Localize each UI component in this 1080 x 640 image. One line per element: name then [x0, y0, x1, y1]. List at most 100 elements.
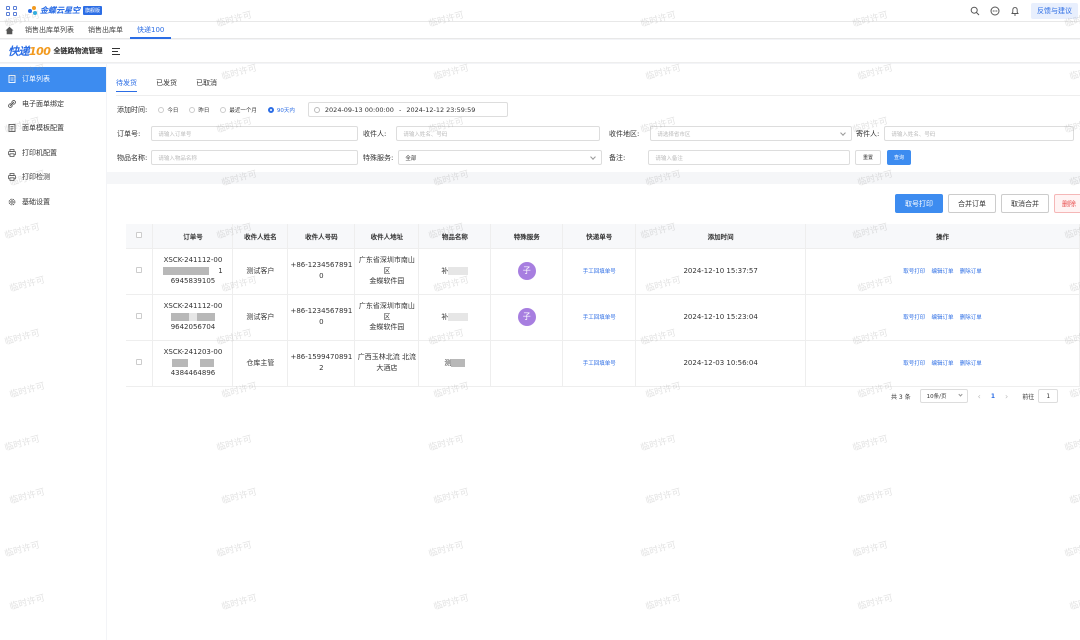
- order-no-label: 订单号:: [117, 129, 141, 138]
- edit-order-link[interactable]: 编辑订单: [932, 269, 954, 275]
- delete-order-link[interactable]: 删除订单: [960, 361, 982, 367]
- query-button[interactable]: 查询: [887, 150, 912, 165]
- goto-label: 前往: [1022, 393, 1035, 401]
- tracking-no-cell[interactable]: 手工回填单号: [562, 340, 637, 387]
- app-subtitle: 全链路物流管理: [53, 47, 103, 55]
- radio-90-days[interactable]: 90天内: [267, 106, 295, 114]
- date-range-picker[interactable]: 2024-09-13 00:00:00 - 2024-12-12 23:59:5…: [307, 102, 508, 117]
- order-no-cell[interactable]: XSCK-241203-00 4384464896: [152, 340, 234, 387]
- table-actions: 取号打印 合并订单 取消合并 删除: [895, 194, 1080, 213]
- print-link[interactable]: 取号打印: [903, 315, 925, 321]
- merge-orders-button[interactable]: 合并订单: [948, 194, 996, 213]
- reset-button[interactable]: 重置: [855, 150, 882, 165]
- sidebar-item-printer-config[interactable]: 打印机配置: [0, 141, 106, 166]
- tab-kuaidi100[interactable]: 快递100: [130, 22, 172, 39]
- header-receiver-phone[interactable]: 收件人号码: [287, 224, 356, 249]
- sidebar-item-label: 打印检测: [22, 173, 50, 182]
- redacted-mask: [163, 266, 210, 275]
- edit-order-link[interactable]: 编辑订单: [932, 315, 954, 321]
- special-service-select[interactable]: 全部: [398, 150, 603, 165]
- app-grid-icon[interactable]: [4, 3, 20, 19]
- gear-icon: [8, 198, 16, 206]
- sidebar-item-basic-settings[interactable]: 基础设置: [0, 190, 106, 215]
- table-row[interactable]: XSCK-241203-00 4384464896 仓库主管 +86-15994…: [126, 340, 1080, 387]
- actions-cell: 取号打印 编辑订单 删除订单: [805, 248, 1080, 295]
- top-bar: 金蝶云星空 旗舰版 反馈与建议: [0, 0, 1080, 22]
- table-row[interactable]: XSCK-241112-00 9642056704 测试客户 +86-12345…: [126, 294, 1080, 341]
- goods-name-cell: 补: [418, 294, 492, 341]
- radio-yesterday[interactable]: 昨日: [189, 106, 209, 114]
- goods-name-cell: 测: [418, 340, 492, 387]
- region-select[interactable]: 请选择省市区: [650, 126, 853, 141]
- menu-fold-icon[interactable]: [112, 47, 121, 55]
- sidebar: 订单列表 电子面单绑定 面单模板配置 打印机配置 打印检测 基础设置: [0, 64, 106, 640]
- order-no-input[interactable]: 请输入订单号: [151, 126, 359, 141]
- time-filter-label: 添加时间:: [117, 105, 148, 114]
- print-link[interactable]: 取号打印: [903, 361, 925, 367]
- row-checkbox[interactable]: [126, 248, 154, 295]
- remark-input[interactable]: 请输入备注: [648, 150, 851, 165]
- row-checkbox[interactable]: [126, 340, 154, 387]
- order-no-cell[interactable]: XSCK-241112-00 9642056704: [152, 294, 234, 341]
- header-special-service[interactable]: 特殊服务: [490, 224, 564, 249]
- row-checkbox[interactable]: [126, 294, 154, 341]
- header-added-time[interactable]: 添加时间: [635, 224, 807, 249]
- tab-sales-outbound[interactable]: 销售出库单: [81, 22, 130, 39]
- pagination: 共 3 条 10条/页 ‹ 1 › 前往 1: [891, 389, 1059, 403]
- manual-fill-link[interactable]: 手工回填单号: [583, 361, 616, 367]
- tab-sales-outbound-list[interactable]: 销售出库单列表: [18, 22, 81, 39]
- filter-remark: 备注: 请输入备注: [609, 150, 851, 165]
- goods-input[interactable]: 请输入物品名称: [151, 150, 359, 165]
- receiver-phone-cell: +86-1599470891 2: [287, 340, 356, 387]
- sidebar-item-label: 订单列表: [22, 75, 50, 84]
- sidebar-item-template-config[interactable]: 面单模板配置: [0, 116, 106, 141]
- header-receiver-address[interactable]: 收件人地址: [354, 224, 420, 249]
- header-tracking-no[interactable]: 快递单号: [562, 224, 637, 249]
- radio-today[interactable]: 今日: [158, 106, 178, 114]
- sender-label: 寄件人:: [856, 129, 880, 138]
- tab-cancelled[interactable]: 已取消: [196, 78, 217, 92]
- message-icon[interactable]: [990, 6, 1000, 16]
- page-size-select[interactable]: 10条/页: [919, 389, 968, 403]
- delete-order-link[interactable]: 删除订单: [960, 269, 982, 275]
- radio-last-month[interactable]: 最近一个月: [220, 106, 257, 114]
- delete-order-link[interactable]: 删除订单: [960, 315, 982, 321]
- remark-label: 备注:: [609, 153, 626, 162]
- feedback-button[interactable]: 反馈与建议: [1031, 3, 1078, 19]
- batch-print-button[interactable]: 取号打印: [895, 194, 943, 213]
- header-receiver-name[interactable]: 收件人姓名: [232, 224, 289, 249]
- print-link[interactable]: 取号打印: [903, 269, 925, 275]
- filter-region: 收件地区: 请选择省市区: [609, 126, 853, 141]
- cancel-merge-button[interactable]: 取消合并: [1001, 194, 1049, 213]
- search-icon[interactable]: [970, 6, 980, 16]
- brand[interactable]: 金蝶云星空 旗舰版: [28, 5, 103, 16]
- tab-pending-shipment[interactable]: 待发货: [116, 78, 137, 92]
- manual-fill-link[interactable]: 手工回填单号: [583, 269, 616, 275]
- sidebar-item-print-check[interactable]: 打印检测: [0, 165, 106, 190]
- tracking-no-cell[interactable]: 手工回填单号: [562, 294, 637, 341]
- sender-input[interactable]: 请输入姓名、号码: [884, 126, 1075, 141]
- select-all-checkbox[interactable]: [126, 224, 154, 249]
- table-row[interactable]: XSCK-241112-00 1 6945839105 测试客户 +86-123…: [126, 248, 1080, 295]
- next-page-icon[interactable]: ›: [1005, 392, 1008, 401]
- receiver-input[interactable]: 请输入姓名、号码: [396, 126, 601, 141]
- order-no-cell[interactable]: XSCK-241112-00 1 6945839105: [152, 248, 234, 295]
- delete-button[interactable]: 删除: [1054, 194, 1080, 213]
- prev-page-icon[interactable]: ‹: [978, 392, 981, 401]
- home-icon[interactable]: [0, 22, 18, 39]
- header-order-no[interactable]: 订单号: [152, 224, 234, 249]
- tracking-no-cell[interactable]: 手工回填单号: [562, 248, 637, 295]
- current-page[interactable]: 1: [991, 393, 995, 400]
- bell-icon[interactable]: [1010, 6, 1020, 16]
- tab-shipped[interactable]: 已发货: [156, 78, 177, 92]
- edit-order-link[interactable]: 编辑订单: [932, 361, 954, 367]
- manual-fill-link[interactable]: 手工回填单号: [583, 315, 616, 321]
- receiver-label: 收件人:: [363, 129, 387, 138]
- goods-name-cell: 补: [418, 248, 492, 295]
- sidebar-item-order-list[interactable]: 订单列表: [0, 67, 106, 92]
- header-goods-name[interactable]: 物品名称: [418, 224, 492, 249]
- kuaidi100-logo: 快递100: [8, 45, 51, 58]
- link-icon: [8, 99, 16, 108]
- sidebar-item-waybill-binding[interactable]: 电子面单绑定: [0, 92, 106, 117]
- goto-page-input[interactable]: 1: [1038, 389, 1059, 403]
